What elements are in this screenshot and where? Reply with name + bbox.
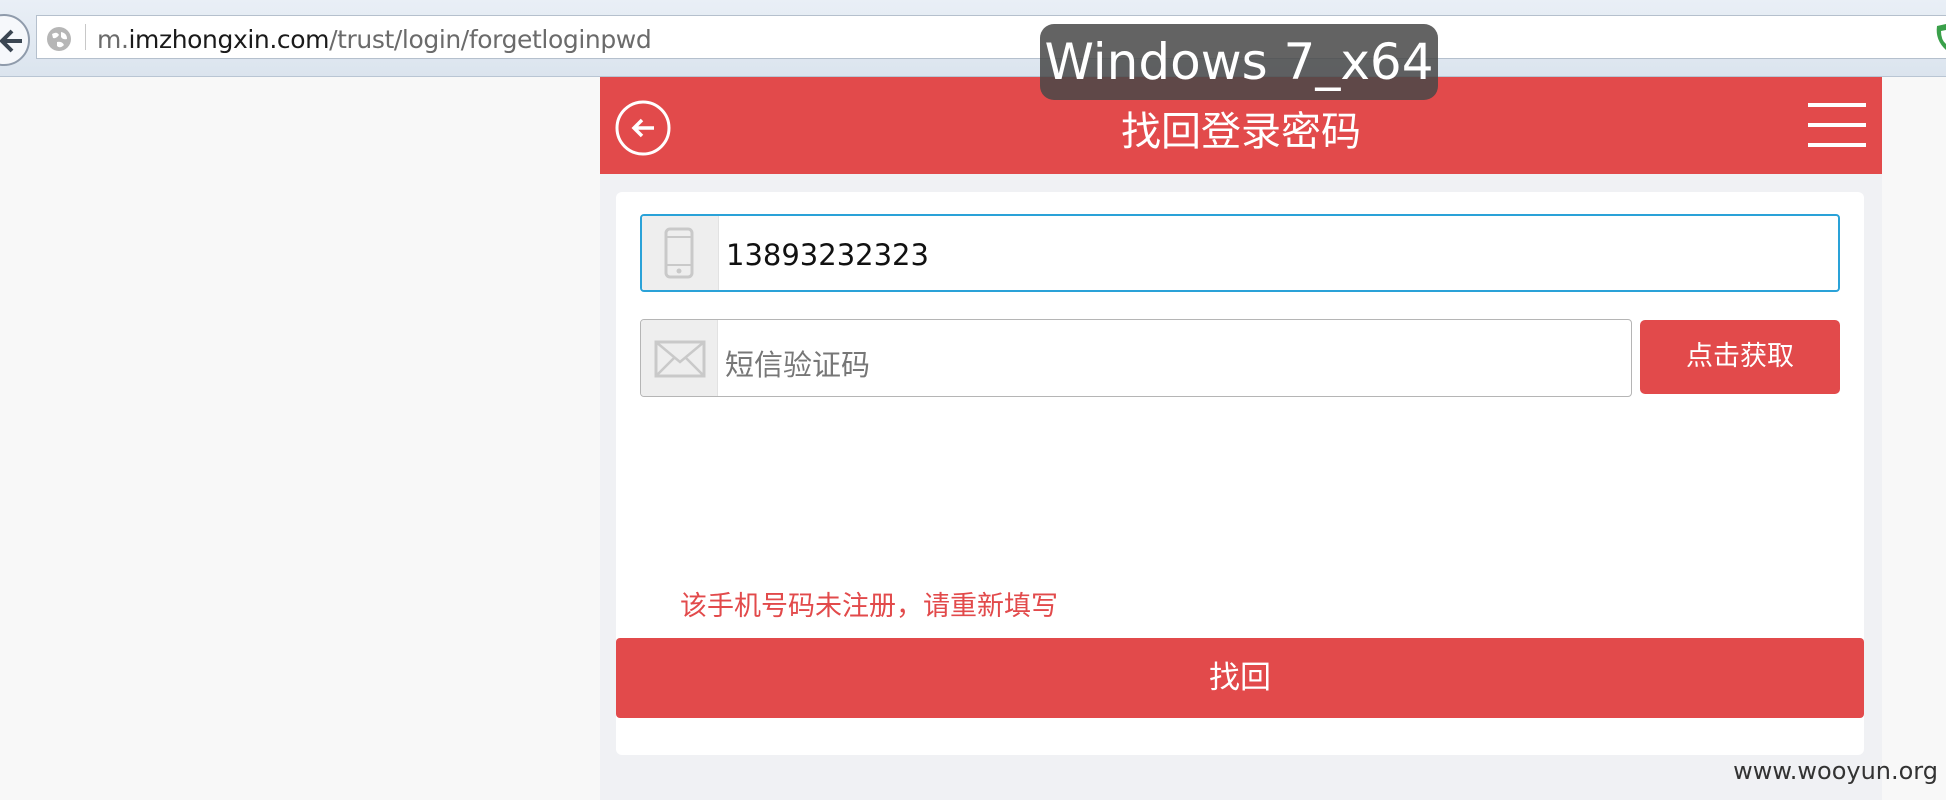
phone-input-value[interactable]: 13893232323 bbox=[726, 238, 929, 272]
page-title: 找回登录密码 bbox=[1121, 109, 1361, 155]
address-bar[interactable]: m.imzhongxin.com/trust/login/forgetlogin… bbox=[36, 15, 1946, 59]
arrow-left-icon bbox=[0, 29, 22, 53]
site-watermark: www.wooyun.org bbox=[1733, 757, 1938, 785]
get-code-button[interactable]: 点击获取 bbox=[1640, 320, 1840, 394]
url-separator bbox=[85, 24, 86, 50]
url-text[interactable]: m.imzhongxin.com/trust/login/forgetlogin… bbox=[97, 25, 652, 54]
mobile-phone-icon bbox=[664, 227, 694, 279]
shield-icon[interactable] bbox=[1934, 22, 1946, 52]
sms-icon-cell bbox=[641, 320, 718, 396]
phone-field[interactable]: 13893232323 bbox=[640, 214, 1840, 292]
mobile-page: 找回登录密码 13893232323 短信验证码 点击获取 该手机号码未注册，请… bbox=[600, 77, 1882, 800]
sms-code-field[interactable]: 短信验证码 bbox=[640, 319, 1632, 397]
hamburger-menu-icon[interactable] bbox=[1808, 102, 1866, 148]
globe-icon bbox=[47, 27, 71, 51]
form-card: 13893232323 短信验证码 点击获取 该手机号码未注册，请重新填写 找回 bbox=[616, 192, 1864, 755]
browser-back-button[interactable] bbox=[0, 14, 30, 66]
sms-code-placeholder[interactable]: 短信验证码 bbox=[725, 342, 870, 384]
browser-toolbar: m.imzhongxin.com/trust/login/forgetlogin… bbox=[0, 0, 1946, 77]
envelope-icon bbox=[654, 340, 706, 378]
os-label-overlay: Windows 7_x64 bbox=[1040, 24, 1438, 100]
error-message: 该手机号码未注册，请重新填写 bbox=[680, 591, 1058, 622]
submit-button[interactable]: 找回 bbox=[616, 638, 1864, 718]
phone-icon-cell bbox=[642, 216, 719, 290]
